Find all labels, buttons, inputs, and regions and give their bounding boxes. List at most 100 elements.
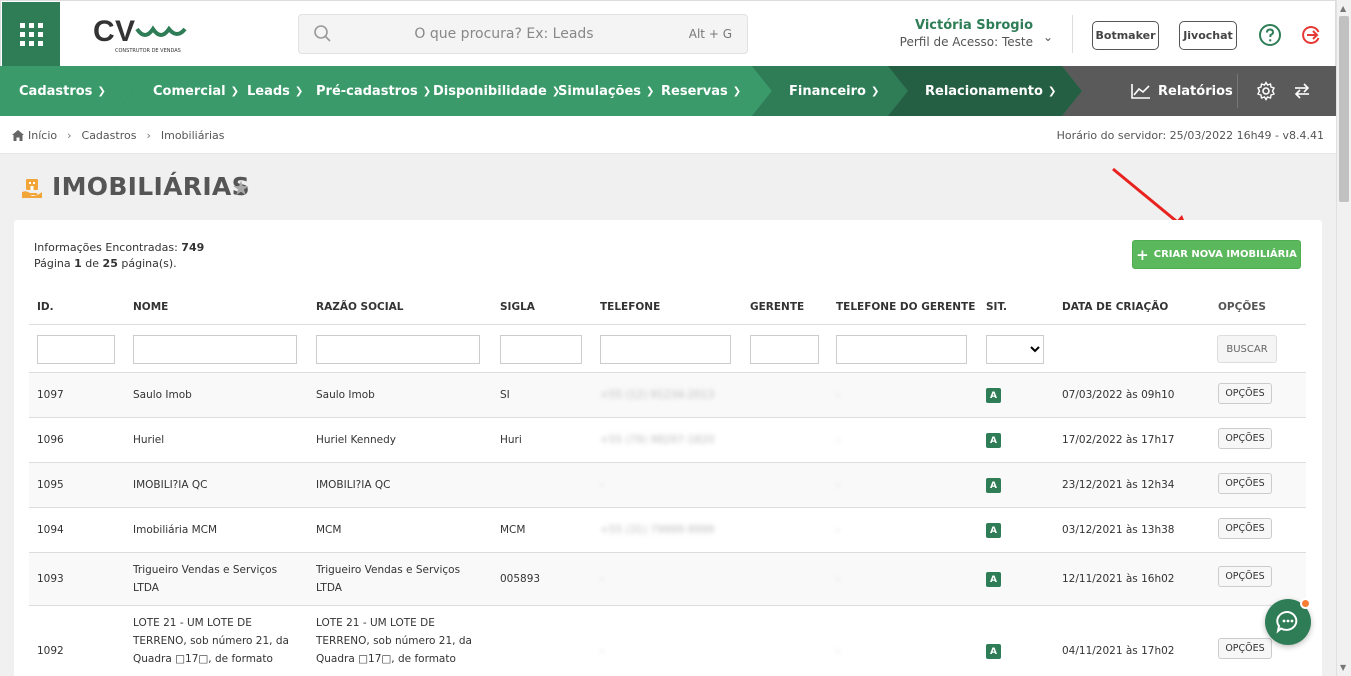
nav-item-label: Cadastros [19, 83, 93, 99]
column-header-situacao[interactable]: SIT. [986, 301, 1007, 313]
cell-data-criacao: 03/12/2021 às 13h38 [1062, 524, 1175, 536]
nav-item-label: Financeiro [789, 83, 866, 99]
botmaker-button[interactable]: Botmaker [1092, 21, 1159, 50]
filter-telefone-input[interactable] [600, 335, 731, 364]
top-header: C V CONSTRUTOR DE VENDAS Alt + G Victóri… [0, 0, 1336, 66]
cell-razao-social: LOTE 21 - UM LOTE DE TERRENO, sob número… [316, 614, 472, 668]
breadcrumb-item-inicio[interactable]: Início [28, 129, 57, 142]
options-button[interactable]: OPÇÕES [1218, 638, 1272, 659]
cell-telefone: +55 (31) 79999-9999 [600, 524, 715, 536]
listing-card: Informações Encontradas: 749 Página 1 de… [14, 220, 1322, 676]
plus-icon: + [1136, 245, 1149, 264]
options-button[interactable]: OPÇÕES [1218, 428, 1272, 449]
filter-situacao-select[interactable] [986, 335, 1044, 364]
scrollbar-thumb[interactable] [1339, 16, 1349, 202]
options-button[interactable]: OPÇÕES [1218, 383, 1272, 404]
logo[interactable]: C V CONSTRUTOR DE VENDAS [93, 15, 188, 55]
cell-razao-line: LOTE 21 - UM LOTE DE [316, 617, 435, 629]
favorite-star-icon[interactable]: ★ [232, 176, 250, 200]
breadcrumb-bar: Início › Cadastros › Imobiliárias Horári… [0, 116, 1336, 154]
chevron-down-icon: ❯ [646, 85, 655, 97]
cell-nome-line: Trigueiro Vendas e Serviços [133, 564, 278, 576]
table-row: 1095 IMOBILI?IA QC IMOBILI?IA QC - - A 2… [29, 463, 1306, 508]
filter-id-input[interactable] [37, 335, 115, 364]
nav-item-pre-cadastros[interactable]: Pré-cadastros ❯ [316, 66, 431, 116]
column-header-data-criacao[interactable]: DATA DE CRIAÇÃO [1062, 301, 1168, 313]
jivochat-button[interactable]: Jivochat [1179, 21, 1237, 50]
cell-data-criacao: 04/11/2021 às 17h02 [1062, 645, 1175, 657]
swap-arrows-icon[interactable] [1293, 82, 1311, 100]
nav-item-relatorios[interactable]: Relatórios [1131, 66, 1233, 116]
column-header-gerente[interactable]: GERENTE [750, 301, 804, 313]
breadcrumb-item-cadastros[interactable]: Cadastros [82, 129, 137, 142]
cell-razao-social: Trigueiro Vendas e Serviços LTDA [316, 561, 460, 597]
chevron-down-icon: ❯ [1047, 85, 1057, 97]
nav-divider [1237, 74, 1238, 108]
cell-razao-line: TERRENO, sob número 21, da [316, 635, 472, 647]
nav-item-leads[interactable]: Leads ❯ [247, 66, 303, 116]
filter-nome-input[interactable] [133, 335, 297, 364]
table-row: 1096 Huriel Huriel Kennedy Huri +55 (79)… [29, 418, 1306, 463]
nav-item-cadastros[interactable]: Cadastros ❯ [19, 66, 106, 116]
column-header-razao-social[interactable]: RAZÃO SOCIAL [316, 301, 403, 313]
filter-razao-social-input[interactable] [316, 335, 480, 364]
create-imobiliaria-button[interactable]: + CRIAR NOVA IMOBILIÁRIA [1132, 240, 1301, 269]
user-menu[interactable]: Victória Sbrogio Perfil de Acesso: Teste… [891, 18, 1061, 49]
column-header-telefone[interactable]: TELEFONE [600, 301, 660, 313]
column-header-sigla[interactable]: SIGLA [500, 301, 535, 313]
column-header-nome[interactable]: NOME [133, 301, 168, 313]
nav-item-comercial[interactable]: Comercial ❯ [153, 66, 239, 116]
status-badge: A [986, 478, 1001, 493]
cell-nome-line: LOTE 21 - UM LOTE DE [133, 617, 252, 629]
svg-text:C: C [93, 15, 115, 48]
cell-telefone: +55 (12) 91234-2013 [600, 389, 715, 401]
filter-telefone-gerente-input[interactable] [836, 335, 967, 364]
page-current: 1 [74, 257, 82, 270]
search-input[interactable] [339, 15, 669, 53]
options-button[interactable]: OPÇÕES [1218, 473, 1272, 494]
logout-icon[interactable] [1300, 23, 1324, 47]
chevron-down-icon: ❯ [230, 85, 240, 97]
nav-item-disponibilidade[interactable]: Disponibilidade ❯ [433, 66, 560, 116]
cell-razao-social: IMOBILI?IA QC [316, 479, 391, 491]
status-badge: A [986, 523, 1001, 538]
filter-sigla-input[interactable] [500, 335, 582, 364]
nav-item-reservas[interactable]: Reservas ❯ [661, 66, 741, 116]
question-circle-icon[interactable] [1258, 23, 1282, 47]
column-header-id[interactable]: ID. [37, 301, 54, 313]
options-button[interactable]: OPÇÕES [1218, 518, 1272, 539]
nav-item-label: Leads [247, 83, 290, 99]
breadcrumb-item-imobiliarias: Imobiliárias [160, 129, 225, 142]
gear-icon[interactable] [1256, 81, 1276, 101]
apps-menu-button[interactable] [2, 2, 60, 66]
chevron-right-icon: › [67, 129, 72, 142]
main-nav: Cadastros ❯ Comercial ❯ Leads ❯ Pré-cadastr… [0, 66, 1336, 116]
info-count: 749 [181, 241, 205, 254]
cell-sigla: Huri [500, 434, 522, 446]
options-button[interactable]: OPÇÕES [1218, 566, 1272, 587]
user-profile: Perfil de Acesso: Teste [899, 35, 1033, 49]
global-search[interactable]: Alt + G [298, 14, 748, 54]
cell-nome: Trigueiro Vendas e Serviços LTDA [133, 561, 277, 597]
cell-razao-line: Trigueiro Vendas e Serviços [316, 564, 461, 576]
nav-item-simulacoes[interactable]: Simulações ❯ [558, 66, 654, 116]
cell-razao-line: LTDA [316, 582, 342, 594]
chevron-down-icon: ❯ [870, 85, 880, 97]
page-scrollbar[interactable]: ▲ ▼ [1336, 0, 1351, 676]
search-shortcut: Alt + G [688, 27, 732, 41]
nav-item-relacionamento[interactable]: Relacionamento ❯ [925, 66, 1056, 116]
header-divider [1072, 15, 1073, 53]
filter-gerente-input[interactable] [750, 335, 819, 364]
search-button[interactable]: BUSCAR [1217, 335, 1277, 363]
cell-nome: Saulo Imob [133, 389, 192, 401]
cell-nome: Imobiliária MCM [133, 524, 218, 536]
nav-item-financeiro[interactable]: Financeiro ❯ [789, 66, 879, 116]
scroll-up-icon[interactable]: ▲ [1340, 4, 1346, 13]
cell-id: 1096 [37, 434, 64, 446]
scroll-down-icon[interactable]: ▼ [1340, 663, 1346, 672]
search-icon [314, 25, 331, 42]
cell-data-criacao: 17/02/2022 às 17h17 [1062, 434, 1175, 446]
page-total: 25 [102, 257, 118, 270]
column-header-telefone-gerente[interactable]: TELEFONE DO GERENTE [836, 301, 975, 313]
cell-sigla: 005893 [500, 573, 541, 585]
